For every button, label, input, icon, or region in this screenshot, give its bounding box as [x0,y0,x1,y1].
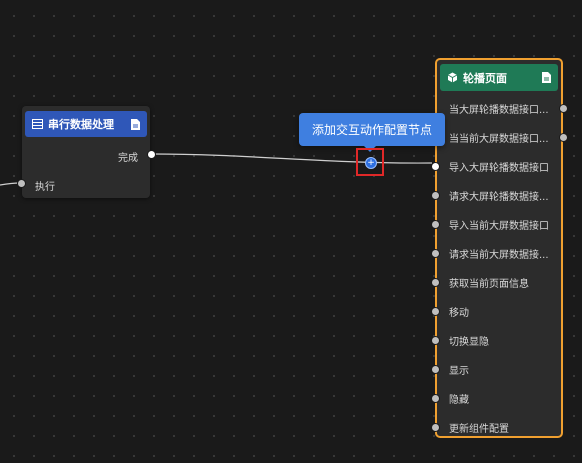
carousel-item-label: 当当前大屏数据接口... [449,134,549,145]
carousel-item[interactable]: 移动 [431,301,561,321]
carousel-node-title: 轮播页面 [463,71,507,85]
serial-data-node[interactable]: 串行数据处理 完成 执行 [17,106,156,198]
add-action-tooltip: 添加交互动作配置节点 [299,113,445,152]
output-label-complete: 完成 [118,153,138,164]
input-port[interactable] [431,336,440,345]
input-port[interactable] [431,423,440,432]
carousel-item-label: 请求当前大屏数据接... [449,250,549,261]
carousel-item-label: 获取当前页面信息 [449,279,529,290]
carousel-item[interactable]: 导入当前大屏数据接口 [431,214,561,234]
input-port[interactable] [431,307,440,316]
tooltip-text: 添加交互动作配置节点 [311,123,432,137]
carousel-item[interactable]: 获取当前页面信息 [431,272,561,292]
input-port[interactable] [431,394,440,403]
carousel-item-label: 更新组件配置 [449,424,509,435]
carousel-item[interactable]: 更新组件配置 [431,417,561,437]
carousel-node-header[interactable]: 轮播页面 [440,64,558,91]
serial-node-title: 串行数据处理 [48,118,114,131]
carousel-item[interactable]: 隐藏 [431,388,561,408]
output-port[interactable] [559,133,568,142]
input-label-execute: 执行 [35,182,55,193]
serial-node-header[interactable]: 串行数据处理 [25,111,147,137]
input-port[interactable] [431,220,440,229]
carousel-item[interactable]: 导入大屏轮播数据接口 [431,156,561,176]
add-button-highlight: + [356,148,384,176]
input-port[interactable] [431,191,440,200]
table-icon [31,118,43,130]
carousel-item[interactable]: 显示 [431,359,561,379]
plus-icon: + [367,157,375,168]
document-icon[interactable] [540,72,552,84]
carousel-item[interactable]: 切换显隐 [431,330,561,350]
input-port[interactable] [431,162,440,171]
carousel-item-label: 当大屏轮播数据接口... [449,105,549,116]
input-port[interactable] [431,365,440,374]
input-port[interactable] [431,249,440,258]
cube-icon [446,72,458,84]
carousel-page-node[interactable]: 轮播页面 当大屏轮播数据接口... 当当前大屏数据接口... 导入大屏轮播数据接… [431,58,568,438]
carousel-item-label: 请求大屏轮播数据接... [449,192,549,203]
carousel-item[interactable]: 当大屏轮播数据接口... [437,98,568,118]
carousel-item[interactable]: 请求大屏轮播数据接... [431,185,561,205]
carousel-item-label: 导入大屏轮播数据接口 [449,163,549,174]
input-port[interactable] [431,278,440,287]
input-port-execute[interactable] [17,179,26,188]
output-port[interactable] [559,104,568,113]
carousel-item-label: 显示 [449,366,469,377]
carousel-item[interactable]: 请求当前大屏数据接... [431,243,561,263]
carousel-item-label: 导入当前大屏数据接口 [449,221,549,232]
carousel-item-label: 切换显隐 [449,337,489,348]
carousel-item[interactable]: 当当前大屏数据接口... [437,127,568,147]
add-action-button[interactable]: + [365,157,377,169]
output-port-complete[interactable] [147,150,156,159]
carousel-item-label: 隐藏 [449,395,469,406]
carousel-item-label: 移动 [449,308,469,319]
document-icon[interactable] [129,118,141,130]
connection-wire[interactable] [151,153,433,164]
